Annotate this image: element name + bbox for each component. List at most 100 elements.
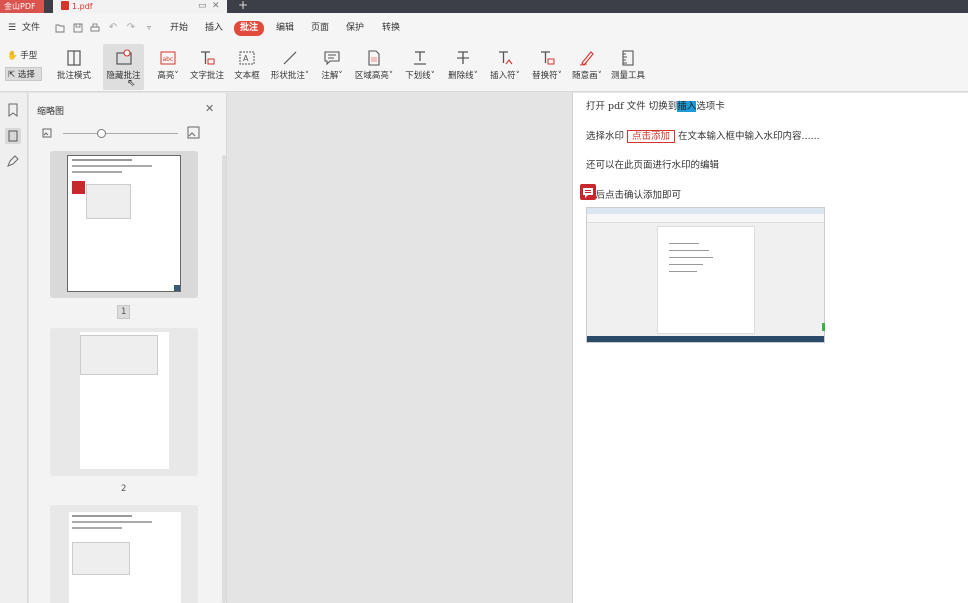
hide-annotation-button[interactable]: 隐藏批注 [103, 44, 144, 90]
zoom-in-image-icon[interactable] [187, 126, 200, 139]
textbox-button[interactable]: A 文本框 [232, 44, 262, 90]
undo-icon[interactable]: ↶ [108, 23, 118, 33]
underline-button[interactable]: 下划线˅ [402, 44, 438, 90]
insert-caret-button[interactable]: 插入符˅ [486, 44, 524, 90]
note-label: 注解 [321, 71, 339, 81]
annotation-list-icon[interactable] [6, 154, 20, 168]
text-annotation-button[interactable]: 文字批注 [188, 44, 226, 90]
open-folder-icon[interactable] [55, 23, 65, 33]
hide-annotation-label: 隐藏批注 [106, 71, 141, 81]
new-tab-button[interactable]: + [238, 0, 248, 12]
zoom-slider-knob[interactable] [97, 129, 106, 138]
shape-annotation-button[interactable]: 形状批注˅ [268, 44, 312, 90]
replace-caret-dropdown-icon[interactable]: ˅ [558, 71, 562, 81]
hand-icon: ✋ [7, 51, 18, 61]
thumbnail-scrollbar[interactable] [222, 155, 226, 603]
thumbnail-page-2[interactable] [50, 328, 198, 476]
tab-edit[interactable]: 编辑 [276, 22, 294, 35]
close-tab-icon[interactable]: ✕ [212, 0, 220, 13]
svg-text:abc: abc [163, 56, 174, 63]
thumbnail-icon [8, 130, 18, 142]
page-number-1[interactable]: 1 [117, 305, 131, 319]
hand-tool-label: 手型 [20, 51, 38, 61]
tab-insert[interactable]: 插入 [205, 22, 223, 35]
tab-page[interactable]: 页面 [311, 22, 329, 35]
comment-note-icon[interactable] [580, 184, 596, 200]
highlight-label: 高亮 [157, 71, 175, 81]
replace-caret-label: 替换符 [532, 71, 558, 81]
cursor-icon: ⇱ [8, 70, 16, 80]
freehand-button[interactable]: 随意画˅ [569, 44, 605, 90]
note-dropdown-icon[interactable]: ˅ [338, 71, 342, 81]
app-tab[interactable]: 金山PDF [0, 0, 44, 13]
freehand-dropdown-icon[interactable]: ˅ [598, 71, 602, 81]
shape-annotation-dropdown-icon[interactable]: ˅ [305, 71, 309, 81]
doc-line-2: 选择水印 点击添加 在文本输入框中输入水印内容...... [586, 128, 820, 143]
document-tab[interactable]: 1.pdf ▭ ✕ [53, 0, 227, 13]
close-panel-icon[interactable]: ✕ [205, 102, 214, 115]
area-highlight-dropdown-icon[interactable]: ˅ [389, 71, 393, 81]
select-tool[interactable]: ⇱ 选择 [5, 67, 42, 81]
page-number-2[interactable]: 2 [121, 484, 126, 494]
doc-line-1: 打开 pdf 文件 切换到插入选项卡 [586, 98, 725, 112]
embedded-screenshot-image [586, 207, 825, 343]
text-annotation-label: 文字批注 [189, 71, 224, 81]
tab-annotate[interactable]: 批注 [234, 21, 265, 36]
strikethrough-icon [457, 51, 469, 64]
hand-tool[interactable]: ✋ 手型 [5, 49, 37, 63]
quick-access-dropdown-icon[interactable]: ▿ [144, 23, 154, 33]
bookmark-icon[interactable] [6, 103, 20, 117]
strikethrough-dropdown-icon[interactable]: ˅ [474, 71, 478, 81]
text-annotation-icon [201, 51, 215, 65]
measure-tool-button[interactable]: 测量工具 [609, 44, 647, 90]
menu-icon[interactable]: ☰ [8, 22, 16, 35]
annotation-mode-label: 批注模式 [56, 71, 91, 81]
doc-line-3: 还可以在此页面进行水印的编辑 [586, 160, 720, 171]
area-highlight-icon [368, 50, 380, 66]
insert-caret-dropdown-icon[interactable]: ˅ [516, 71, 520, 81]
highlight-dropdown-icon[interactable]: ˅ [174, 71, 178, 81]
menu-bar: ☰ 文件 ↶ ↷ ▿ 开始 插入 批注 编辑 页面 保护 转换 [0, 13, 968, 44]
insert-caret-label: 插入符 [490, 71, 516, 81]
tab-start[interactable]: 开始 [170, 22, 188, 35]
pin-window-icon[interactable]: ▭ [198, 0, 207, 13]
thumbnail-page-1[interactable] [50, 151, 198, 298]
page-3-preview [69, 512, 181, 603]
replace-caret-icon [541, 51, 555, 65]
textbox-label: 文本框 [234, 71, 260, 81]
underline-dropdown-icon[interactable]: ˅ [431, 71, 435, 81]
shape-annotation-icon [283, 51, 297, 65]
note-button[interactable]: 注解˅ [318, 44, 346, 90]
textbox-icon: A [239, 51, 255, 65]
annotation-mode-icon [67, 50, 81, 66]
mouse-cursor-icon: ⇖ [127, 78, 136, 89]
print-icon[interactable] [90, 23, 100, 33]
highlight-button[interactable]: abc 高亮˅ [153, 44, 183, 90]
tab-convert[interactable]: 转换 [382, 22, 400, 35]
pdf-page: 打开 pdf 文件 切换到插入选项卡 选择水印 点击添加 在文本输入框中输入水印内容… [572, 93, 968, 603]
freehand-label: 随意画 [572, 71, 598, 81]
area-highlight-button[interactable]: 区域高亮˅ [352, 44, 396, 90]
underline-label: 下划线 [405, 71, 431, 81]
redo-icon[interactable]: ↷ [126, 23, 136, 33]
document-workspace: 打开 pdf 文件 切换到插入选项卡 选择水印 点击添加 在文本输入框中输入水印内容… [228, 93, 968, 603]
annotation-mode-button[interactable]: 批注模式 [54, 44, 94, 90]
measure-tool-label: 测量工具 [610, 71, 645, 81]
page-2-preview [80, 332, 169, 469]
boxed-annotation-text[interactable]: 点击添加 [627, 130, 676, 143]
insert-caret-icon [499, 51, 513, 65]
file-menu[interactable]: 文件 [22, 22, 40, 35]
shape-annotation-label: 形状批注 [270, 71, 305, 81]
thumbnail-panel-tab[interactable] [5, 128, 21, 144]
underline-icon [414, 51, 426, 65]
zoom-out-image-icon[interactable] [42, 128, 52, 138]
save-icon[interactable] [73, 23, 83, 33]
zoom-slider-track[interactable] [63, 133, 178, 134]
thumbnail-page-3[interactable] [50, 505, 198, 603]
replace-caret-button[interactable]: 替换符˅ [528, 44, 566, 90]
strikethrough-button[interactable]: 删除线˅ [444, 44, 482, 90]
highlighted-text[interactable]: 插入 [677, 101, 697, 112]
pdf-file-icon [61, 1, 69, 10]
tab-protect[interactable]: 保护 [346, 22, 364, 35]
select-tool-label: 选择 [17, 70, 35, 80]
